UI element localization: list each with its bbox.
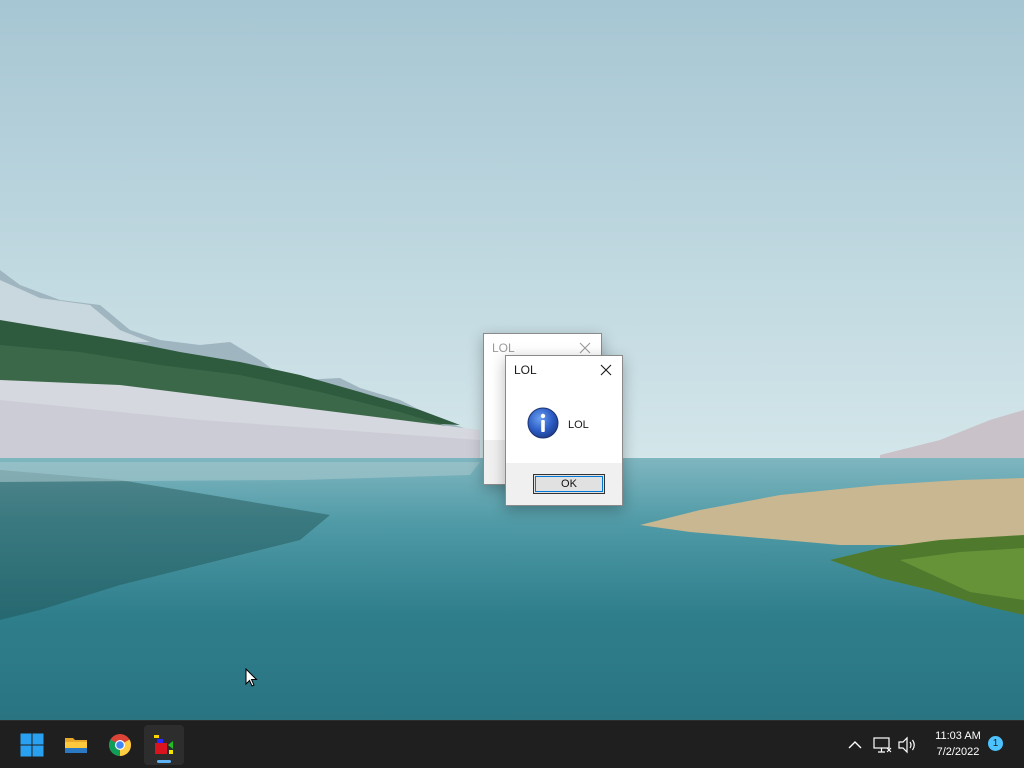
close-icon: [579, 342, 591, 354]
windows-start-icon: [20, 733, 44, 757]
message-text: LOL: [568, 419, 589, 431]
close-button[interactable]: [594, 359, 618, 381]
clock[interactable]: 11:03 AM 7/2/2022: [924, 728, 992, 760]
close-icon: [600, 364, 612, 376]
running-app-button[interactable]: [144, 725, 184, 765]
message-box[interactable]: LOL LOL OK: [505, 355, 623, 506]
file-explorer-button[interactable]: [56, 725, 96, 765]
notification-badge[interactable]: 1: [988, 736, 1003, 751]
active-indicator: [157, 760, 171, 763]
dialog-title: LOL: [514, 363, 537, 377]
volume-icon[interactable]: [895, 733, 919, 757]
app-icon: [154, 735, 173, 754]
folder-icon: [65, 738, 87, 753]
mouse-cursor-icon: [245, 668, 258, 687]
clock-date: 7/2/2022: [936, 746, 980, 758]
title-bar[interactable]: LOL: [506, 356, 622, 384]
clock-time: 11:03 AM: [935, 730, 981, 742]
taskbar: 11:03 AM 7/2/2022: [0, 720, 1024, 768]
ok-button[interactable]: OK: [533, 474, 605, 494]
start-button[interactable]: [12, 725, 52, 765]
dialog-title: LOL: [492, 341, 515, 355]
chrome-button[interactable]: [100, 725, 140, 765]
info-icon: [527, 407, 559, 439]
network-icon[interactable]: [870, 733, 894, 757]
chevron-up-icon[interactable]: [843, 733, 867, 757]
chrome-icon: [109, 734, 131, 756]
